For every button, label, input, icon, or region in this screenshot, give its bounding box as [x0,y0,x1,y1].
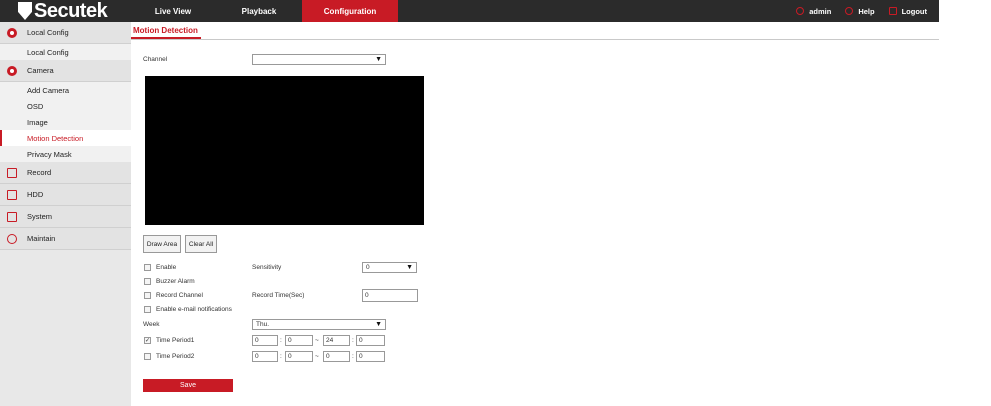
sidebar-group-label: System [27,212,53,221]
sidebar-group-hdd[interactable]: HDD [0,184,131,206]
chevron-down-icon: ▼ [375,56,382,63]
time-period1-label: Time Period1 [156,337,195,344]
sidebar-item-add-camera[interactable]: Add Camera [0,82,131,98]
time-period2-checkbox[interactable] [144,353,151,360]
user-icon [796,7,805,15]
monitor-icon [7,211,17,222]
user-menu[interactable]: admin [796,7,831,16]
tab-active-underline [131,37,201,39]
camera-icon [7,65,17,76]
draw-area-button[interactable]: Draw Area [143,235,181,253]
clear-all-button[interactable]: Clear All [185,235,217,253]
sidebar-group-maintain[interactable]: Maintain [0,228,131,250]
nav-configuration[interactable]: Configuration [302,0,398,22]
buzzer-alarm-label: Buzzer Alarm [156,278,195,285]
sidebar-group-label: Record [27,168,52,177]
email-row: Enable e-mail notifications [144,306,232,313]
sidebar: Local Config Local Config Camera Add Cam… [0,22,131,406]
channel-select[interactable]: ▼ [252,54,386,65]
tilde-separator: ~ [315,353,319,360]
sidebar-item-motion-detection[interactable]: Motion Detection [0,130,131,146]
period2-start-hour[interactable]: 0 [252,351,278,362]
email-label: Enable e-mail notifications [156,306,232,313]
sidebar-group-label: Camera [27,66,54,75]
hdd-icon [7,189,17,200]
time-period1-checkbox[interactable]: ✓ [144,337,151,344]
period2-end-hour[interactable]: 0 [323,351,350,362]
nav-playback[interactable]: Playback [216,0,302,22]
logout-label: Logout [901,6,927,16]
enable-row: Enable [144,264,176,271]
period1-start-minute[interactable]: 0 [285,335,313,346]
logout-link[interactable]: Logout [888,6,927,16]
sidebar-group-label: Local Config [27,28,69,37]
record-time-input[interactable]: 0 [362,289,418,302]
chevron-down-icon: ▼ [406,264,413,271]
week-select[interactable]: Thu. ▼ [252,319,386,330]
shield-logo-icon [18,2,32,20]
buzzer-alarm-row: Buzzer Alarm [144,278,195,285]
period2-end-minute[interactable]: 0 [356,351,385,362]
time-period1-row: ✓ Time Period1 [144,337,194,344]
email-checkbox[interactable] [144,306,151,313]
help-icon [845,7,854,15]
week-value: Thu. [256,321,270,328]
period1-end-hour[interactable]: 24 [323,335,350,346]
sensitivity-label: Sensitivity [252,264,282,271]
sensitivity-value: 0 [366,264,370,271]
user-name: admin [809,6,832,16]
sidebar-group-local-config[interactable]: Local Config [0,22,131,44]
colon-separator: : [352,337,354,344]
sensitivity-select[interactable]: 0 ▼ [362,262,417,273]
info-icon [7,233,17,244]
sidebar-group-camera[interactable]: Camera [0,60,131,82]
help-label: Help [858,6,875,16]
channel-label: Channel [143,56,168,63]
sidebar-group-label: HDD [27,190,44,199]
nav-live-view[interactable]: Live View [130,0,216,22]
colon-separator: : [280,337,282,344]
period1-end-minute[interactable]: 0 [356,335,385,346]
sidebar-item-privacy-mask[interactable]: Privacy Mask [0,146,131,162]
header-actions: admin Help Logout [796,0,927,22]
logout-icon [888,7,897,15]
record-time-label: Record Time(Sec) [252,292,305,299]
tab-motion-detection[interactable]: Motion Detection [133,26,198,35]
record-channel-checkbox[interactable] [144,292,151,299]
record-channel-row: Record Channel [144,292,203,299]
time-period2-row: Time Period2 [144,353,194,360]
gear-icon [7,27,17,38]
period1-start-hour[interactable]: 0 [252,335,278,346]
top-bar: Secutek Live View Playback Configuration… [0,0,939,22]
sidebar-item-image[interactable]: Image [0,114,131,130]
save-button[interactable]: Save [143,379,233,392]
sidebar-group-label: Maintain [27,234,56,243]
sidebar-group-record[interactable]: Record [0,162,131,184]
sidebar-item-osd[interactable]: OSD [0,98,131,114]
enable-checkbox[interactable] [144,264,151,271]
sidebar-item-local-config[interactable]: Local Config [0,44,131,60]
main-nav: Live View Playback Configuration [130,0,398,22]
time-period2-label: Time Period2 [156,353,195,360]
buzzer-alarm-checkbox[interactable] [144,278,151,285]
tilde-separator: ~ [315,337,319,344]
period2-start-minute[interactable]: 0 [285,351,313,362]
brand-logo: Secutek [18,0,108,22]
sidebar-group-system[interactable]: System [0,206,131,228]
record-channel-label: Record Channel [156,292,203,299]
video-preview[interactable] [145,76,424,225]
chevron-down-icon: ▼ [375,321,382,328]
record-icon [7,167,17,178]
enable-label: Enable [156,264,177,271]
colon-separator: : [352,353,354,360]
colon-separator: : [280,353,282,360]
brand-name: Secutek [34,0,108,22]
help-link[interactable]: Help [845,6,875,16]
tab-divider [131,39,939,40]
main-panel: Motion Detection Channel ▼ Draw Area Cle… [131,22,939,406]
week-label: Week [143,321,160,328]
